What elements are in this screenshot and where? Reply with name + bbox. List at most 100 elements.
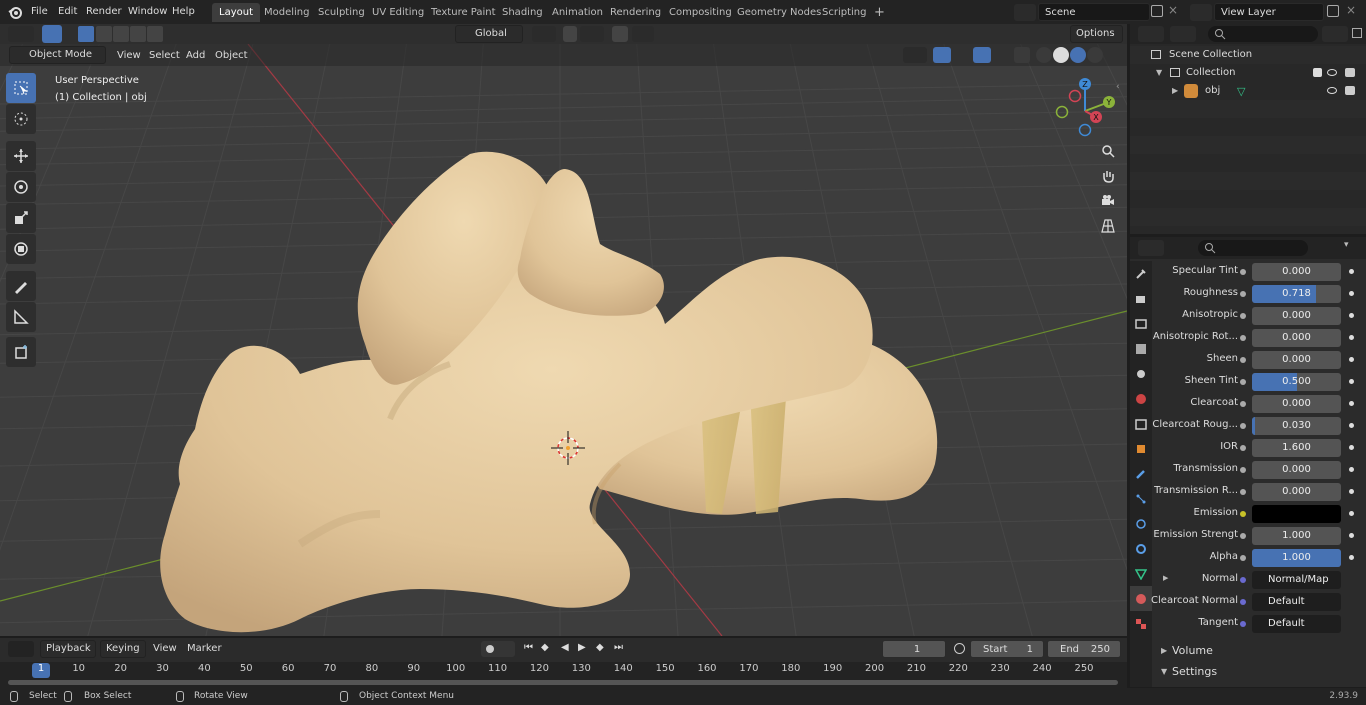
blender-logo-icon[interactable]: [8, 5, 22, 19]
outliner-row-scene-collection[interactable]: Scene Collection: [1130, 46, 1366, 64]
scene-name-field[interactable]: Scene: [1038, 3, 1150, 21]
menu-file[interactable]: File: [26, 3, 53, 21]
transform-orientation-dropdown[interactable]: Global: [455, 25, 523, 43]
select-mode-extend-icon[interactable]: [96, 26, 112, 42]
annotate-tool-icon[interactable]: [6, 271, 36, 301]
camera-view-icon[interactable]: [1097, 190, 1119, 212]
select-tool-icon[interactable]: [42, 25, 62, 43]
panel-settings[interactable]: ▼ Settings: [1152, 662, 1366, 682]
overlay-toggle-icon[interactable]: [973, 47, 991, 63]
gizmo-toggle-icon[interactable]: [933, 47, 951, 63]
shading-rendered-icon[interactable]: [1087, 47, 1103, 63]
keyframe-dot-icon[interactable]: [1349, 379, 1354, 384]
navigation-gizmo[interactable]: Z Y X: [1050, 74, 1120, 144]
timeline-menu-marker[interactable]: Marker: [182, 640, 227, 658]
jump-keyframe-forward-icon[interactable]: ◆: [596, 642, 604, 653]
close-scene-icon[interactable]: ×: [1168, 3, 1178, 17]
panel-volume[interactable]: ▶ Volume: [1152, 641, 1366, 661]
select-mode-intersect-icon[interactable]: [147, 26, 163, 42]
view-layer-field[interactable]: View Layer: [1214, 3, 1324, 21]
shading-wireframe-icon[interactable]: [1036, 47, 1052, 63]
keyframe-dot-icon[interactable]: [1349, 445, 1354, 450]
property-value-field[interactable]: 0.030: [1252, 417, 1341, 435]
tab-shading[interactable]: Shading: [495, 3, 550, 22]
editor-type-icon[interactable]: [8, 26, 34, 42]
menu-edit[interactable]: Edit: [53, 3, 82, 21]
tab-texture-paint[interactable]: Texture Paint: [424, 3, 503, 22]
zoom-icon[interactable]: [1097, 140, 1119, 162]
property-value-field[interactable]: 1.000: [1252, 527, 1341, 545]
mesh-data-icon[interactable]: ▽: [1237, 83, 1245, 101]
outliner-search-input[interactable]: [1208, 26, 1318, 42]
tab-scripting[interactable]: Scripting: [815, 3, 873, 22]
move-tool-icon[interactable]: [6, 141, 36, 171]
tab-geometry-nodes[interactable]: Geometry Nodes: [730, 3, 828, 22]
exclude-checkbox[interactable]: [1313, 68, 1322, 77]
property-value-field[interactable]: 0.000: [1252, 351, 1341, 369]
viewport-menu-select[interactable]: Select: [144, 47, 185, 65]
keyframe-dot-icon[interactable]: [1349, 555, 1354, 560]
sidebar-toggle-icon[interactable]: ‹: [1116, 82, 1120, 92]
property-value-field[interactable]: 0.718: [1252, 285, 1341, 303]
menu-window[interactable]: Window: [123, 3, 172, 21]
expand-arrow-icon[interactable]: ▼: [1156, 64, 1162, 82]
property-value-field[interactable]: 0.000: [1252, 307, 1341, 325]
properties-editor-type-icon[interactable]: [1138, 240, 1164, 256]
timeline-menu-playback[interactable]: Playback: [40, 640, 96, 658]
eye-icon[interactable]: [1327, 87, 1337, 94]
viewport-scene[interactable]: [0, 44, 1127, 636]
timeline-menu-view[interactable]: View: [148, 640, 182, 658]
stopwatch-icon[interactable]: [954, 643, 965, 654]
jump-keyframe-back-icon[interactable]: ◆: [541, 642, 549, 653]
visibility-icon[interactable]: [903, 47, 927, 63]
properties-options-icon[interactable]: ▾: [1344, 240, 1349, 250]
keyframe-dot-icon[interactable]: [1349, 511, 1354, 516]
link-value-field[interactable]: Default: [1252, 593, 1341, 611]
timeline-scrollbar[interactable]: [8, 680, 1118, 685]
transform-tool-icon[interactable]: [6, 234, 36, 264]
select-mode-subtract-icon[interactable]: [113, 26, 129, 42]
link-value-field[interactable]: Default: [1252, 615, 1341, 633]
timeline-editor-type-icon[interactable]: [8, 641, 34, 657]
current-frame-field[interactable]: 1: [882, 640, 946, 658]
properties-search-input[interactable]: [1198, 240, 1308, 256]
keyframe-dot-icon[interactable]: [1349, 357, 1354, 362]
tab-compositing[interactable]: Compositing: [662, 3, 739, 22]
property-value-field[interactable]: 1.600: [1252, 439, 1341, 457]
select-mode-invert-icon[interactable]: [130, 26, 146, 42]
snap-target-icon[interactable]: [580, 26, 604, 42]
timeline-menu-keying[interactable]: Keying: [100, 640, 146, 658]
perspective-toggle-icon[interactable]: [1097, 215, 1119, 237]
object-mode-dropdown[interactable]: Object Mode: [9, 46, 106, 64]
property-value-field[interactable]: 1.000: [1252, 549, 1341, 567]
link-value-field[interactable]: Normal/Map: [1252, 571, 1341, 589]
keyframe-dot-icon[interactable]: [1349, 313, 1354, 318]
scene-type-icon[interactable]: [1014, 4, 1036, 21]
add-cube-tool-icon[interactable]: [6, 337, 36, 367]
rotate-tool-icon[interactable]: [6, 172, 36, 202]
camera-render-icon[interactable]: [1345, 86, 1355, 95]
pan-hand-icon[interactable]: [1097, 165, 1119, 187]
scale-tool-icon[interactable]: [6, 203, 36, 233]
select-mode-new-icon[interactable]: [78, 26, 94, 42]
new-scene-icon[interactable]: [1151, 5, 1163, 17]
tab-animation[interactable]: Animation: [545, 3, 610, 22]
display-mode-icon[interactable]: [1170, 26, 1196, 42]
new-collection-icon[interactable]: [1352, 28, 1362, 38]
tab-modeling[interactable]: Modeling: [257, 3, 317, 22]
viewport-menu-object[interactable]: Object: [210, 47, 253, 65]
viewport-menu-view[interactable]: View: [112, 47, 146, 65]
keyframe-dot-icon[interactable]: [1349, 291, 1354, 296]
options-dropdown[interactable]: Options: [1070, 25, 1123, 43]
keyframe-dot-icon[interactable]: [1349, 335, 1354, 340]
xray-icon[interactable]: [1014, 47, 1030, 63]
proportional-edit-icon[interactable]: [612, 26, 628, 42]
property-value-field[interactable]: 0.500: [1252, 373, 1341, 391]
property-value-field[interactable]: 0.000: [1252, 395, 1341, 413]
expand-arrow-icon[interactable]: ▶: [1163, 574, 1168, 582]
keyframe-dot-icon[interactable]: [1349, 269, 1354, 274]
shading-material-icon[interactable]: [1070, 47, 1086, 63]
expand-arrow-icon[interactable]: ▶: [1172, 82, 1178, 100]
shading-solid-icon[interactable]: [1053, 47, 1069, 63]
outliner-row-obj[interactable]: ▶ obj ▽: [1130, 82, 1366, 100]
